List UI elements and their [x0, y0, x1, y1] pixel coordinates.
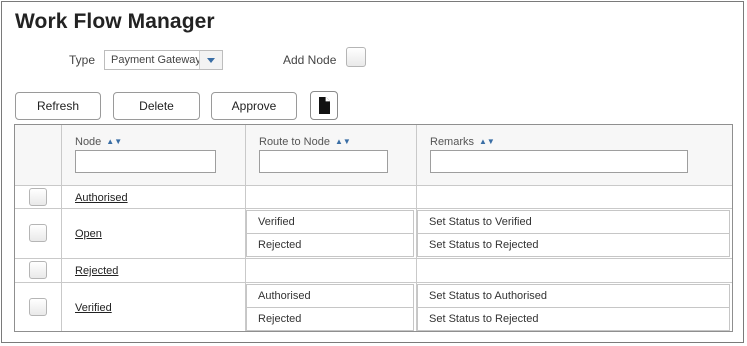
column-header-route-label: Route to Node [259, 136, 330, 148]
column-header-remarks-label: Remarks [430, 136, 475, 148]
workflow-table: Node ▲▼ Route to Node ▲▼ Remarks ▲▼ Authori… [14, 124, 733, 332]
route-value: Rejected [258, 313, 302, 325]
route-cell: Rejected [246, 233, 414, 257]
node-link[interactable]: Verified [75, 302, 112, 314]
route-cell: Verified [246, 210, 414, 234]
add-node-label: Add Node [283, 53, 337, 67]
chevron-down-icon[interactable] [199, 51, 222, 69]
route-cell: Rejected [246, 307, 414, 331]
remark-cell: Set Status to Verified [417, 210, 730, 234]
route-cell: Authorised [246, 284, 414, 308]
sort-icon[interactable]: ▲▼ [479, 137, 495, 146]
remarks-filter-input[interactable] [430, 150, 688, 173]
node-link[interactable]: Authorised [75, 192, 128, 204]
node-link[interactable]: Open [75, 228, 102, 240]
route-value: Authorised [258, 290, 311, 302]
approve-button[interactable]: Approve [211, 92, 297, 120]
page-title: Work Flow Manager [15, 10, 215, 33]
work-flow-manager-panel: Work Flow Manager Type Payment Gateway A… [1, 1, 744, 343]
node-link[interactable]: Rejected [75, 265, 118, 277]
route-value: Verified [258, 216, 295, 228]
column-header-remarks[interactable]: Remarks ▲▼ [430, 136, 495, 148]
row-checkbox[interactable] [29, 224, 47, 242]
route-value: Rejected [258, 239, 302, 251]
route-filter-input[interactable] [259, 150, 388, 173]
type-label: Type [69, 53, 96, 67]
column-header-node[interactable]: Node ▲▼ [75, 136, 122, 148]
refresh-button[interactable]: Refresh [15, 92, 101, 120]
sort-icon[interactable]: ▲▼ [106, 137, 122, 146]
document-icon [319, 97, 330, 114]
type-select[interactable]: Payment Gateway [104, 50, 223, 70]
column-header-node-label: Node [75, 136, 102, 148]
delete-button[interactable]: Delete [113, 92, 200, 120]
row-checkbox[interactable] [29, 188, 47, 206]
row-checkbox[interactable] [29, 298, 47, 316]
remark-cell: Set Status to Authorised [417, 284, 730, 308]
remark-value: Set Status to Rejected [429, 239, 539, 251]
remark-cell: Set Status to Rejected [417, 307, 730, 331]
node-filter-input[interactable] [75, 150, 216, 173]
sort-icon[interactable]: ▲▼ [335, 137, 351, 146]
new-document-button[interactable] [310, 91, 338, 120]
type-select-value: Payment Gateway [111, 54, 199, 66]
remark-value: Set Status to Rejected [429, 313, 539, 325]
remark-cell: Set Status to Rejected [417, 233, 730, 257]
remark-value: Set Status to Authorised [429, 290, 548, 302]
remark-value: Set Status to Verified [429, 216, 532, 228]
column-header-route[interactable]: Route to Node ▲▼ [259, 136, 351, 148]
add-node-checkbox[interactable] [346, 47, 366, 67]
row-checkbox[interactable] [29, 261, 47, 279]
